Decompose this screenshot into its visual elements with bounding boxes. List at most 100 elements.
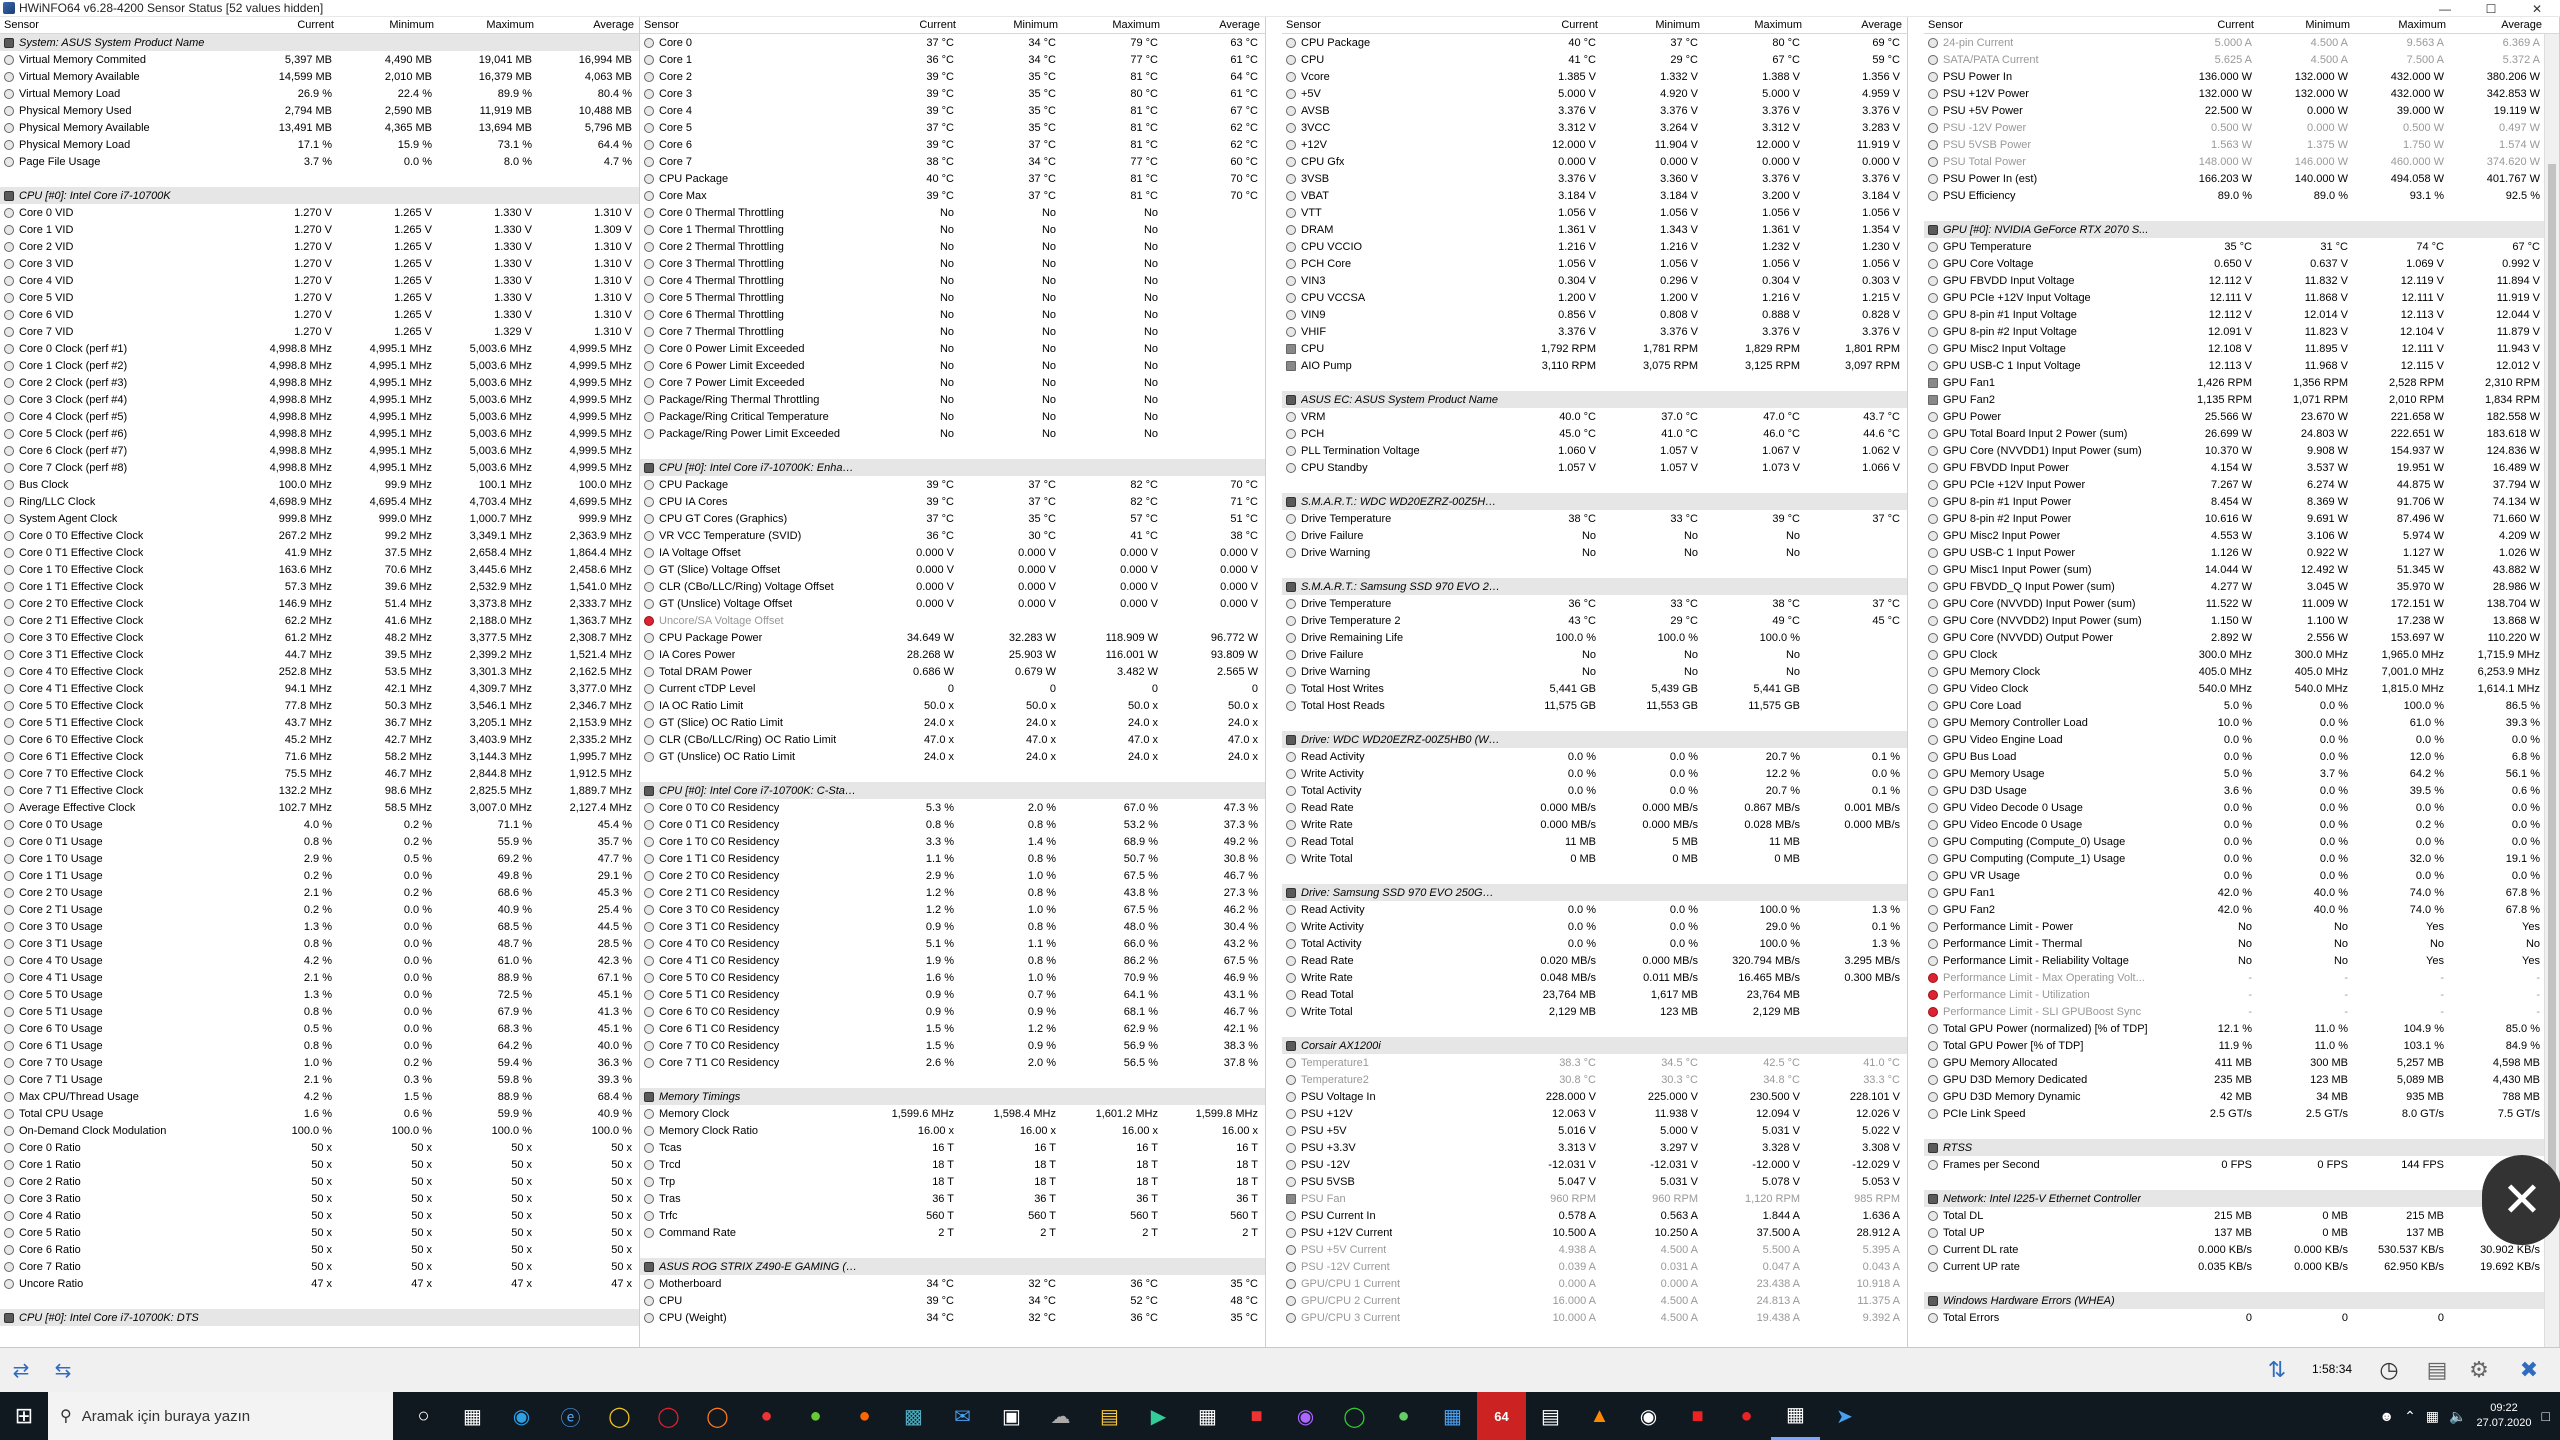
sensor-row[interactable]: CLR (CBo/LLC/Ring) Voltage Offset 0.000 V…: [640, 578, 1265, 595]
sensor-row[interactable]: Trp 18 T 18 T 18 T 18 T: [640, 1173, 1265, 1190]
sensor-row[interactable]: PCH Core 1.056 V 1.056 V 1.056 V 1.056 V: [1282, 255, 1907, 272]
sensor-row[interactable]: Performance Limit - Utilization - - - -: [1924, 986, 2559, 1003]
sensor-group-header[interactable]: CPU [#0]: Intel Core i7-10700K: [0, 187, 639, 204]
calculator-icon[interactable]: ▦: [1183, 1392, 1232, 1440]
sensor-row[interactable]: Core 1 Clock (perf #2) 4,998.8 MHz 4,995.1…: [0, 357, 639, 374]
sensor-row[interactable]: Performance Limit - Thermal No No No No: [1924, 935, 2559, 952]
sensor-row[interactable]: IA Voltage Offset 0.000 V 0.000 V 0.000 V 0.…: [640, 544, 1265, 561]
sensor-row[interactable]: IA OC Ratio Limit 50.0 x 50.0 x 50.0 x 50.0 …: [640, 697, 1265, 714]
sensor-row[interactable]: GPU D3D Usage 3.6 % 0.0 % 39.5 % 0.6 %: [1924, 782, 2559, 799]
sensor-row[interactable]: Core 6 39 °C 37 °C 81 °C 62 °C: [640, 136, 1265, 153]
opera-icon[interactable]: ◯: [644, 1392, 693, 1440]
sensor-row[interactable]: 3VSB 3.376 V 3.360 V 3.376 V 3.376 V: [1282, 170, 1907, 187]
sensor-row[interactable]: CPU GT Cores (Graphics) 37 °C 35 °C 57 °C 51…: [640, 510, 1265, 527]
sensor-row[interactable]: Core 0 Ratio 50 x 50 x 50 x 50 x: [0, 1139, 639, 1156]
sensor-row[interactable]: Performance Limit - Reliability Voltage N…: [1924, 952, 2559, 969]
sensor-row[interactable]: GPU Video Engine Load 0.0 % 0.0 % 0.0 % 0.0 …: [1924, 731, 2559, 748]
sensor-row[interactable]: Total GPU Power (normalized) [% of TDP] 1…: [1924, 1020, 2559, 1037]
sensor-row[interactable]: Temperature2 30.8 °C 30.3 °C 34.8 °C 33.3 °C: [1282, 1071, 1907, 1088]
sensor-row[interactable]: PSU Efficiency 89.0 % 89.0 % 93.1 % 92.5 %: [1924, 187, 2559, 204]
app-icon-blue-arrow[interactable]: ➤: [1820, 1392, 1869, 1440]
sensor-row[interactable]: AIO Pump 3,110 RPM 3,075 RPM 3,125 RPM 3,097…: [1282, 357, 1907, 374]
sensor-row[interactable]: GPU Video Encode 0 Usage 0.0 % 0.0 % 0.2 % 0…: [1924, 816, 2559, 833]
sensor-row[interactable]: Write Rate 0.048 MB/s 0.011 MB/s 16.465 MB/…: [1282, 969, 1907, 986]
sensor-row[interactable]: CPU Standby 1.057 V 1.057 V 1.073 V 1.066 V: [1282, 459, 1907, 476]
sensor-group-header[interactable]: Network: Intel I225-V Ethernet Controlle…: [1924, 1190, 2559, 1207]
sensor-row[interactable]: Write Total 2,129 MB 123 MB 2,129 MB: [1282, 1003, 1907, 1020]
sensor-row[interactable]: PSU Fan 960 RPM 960 RPM 1,120 RPM 985 RPM: [1282, 1190, 1907, 1207]
app-icon-red[interactable]: ■: [1232, 1392, 1281, 1440]
sensor-row[interactable]: Core 4 Thermal Throttling No No No: [640, 272, 1265, 289]
sensor-row[interactable]: Core 3 Thermal Throttling No No No: [640, 255, 1265, 272]
sensor-row[interactable]: Core 2 Ratio 50 x 50 x 50 x 50 x: [0, 1173, 639, 1190]
sensor-row[interactable]: Core 0 T1 C0 Residency 0.8 % 0.8 % 53.2 % 37…: [640, 816, 1265, 833]
sensor-group-header[interactable]: System: ASUS System Product Name: [0, 34, 639, 51]
sensor-row[interactable]: Core 2 T0 Effective Clock 146.9 MHz 51.4 M…: [0, 595, 639, 612]
column-header-average[interactable]: Average: [1806, 19, 1906, 31]
sensor-row[interactable]: Core 7 Power Limit Exceeded No No No: [640, 374, 1265, 391]
sensor-group-header[interactable]: CPU [#0]: Intel Core i7-10700K: DTS: [0, 1309, 639, 1326]
sensor-row[interactable]: GPU FBVDD Input Voltage 12.112 V 11.832 V1…: [1924, 272, 2559, 289]
network-tray-icon[interactable]: ▦: [2426, 1408, 2439, 1425]
column-header-sensor[interactable]: Sensor: [1282, 19, 1500, 31]
sensor-row[interactable]: Core 7 T0 Effective Clock 75.5 MHz 46.7 MH…: [0, 765, 639, 782]
sensor-row[interactable]: GPU 8-pin #1 Input Voltage 12.112 V 12.014…: [1924, 306, 2559, 323]
sensor-row[interactable]: Core 1 T0 Usage 2.9 % 0.5 % 69.2 % 47.7 %: [0, 850, 639, 867]
sensor-row[interactable]: Core 7 T1 C0 Residency 2.6 % 2.0 % 56.5 % 37…: [640, 1054, 1265, 1071]
vertical-scrollbar[interactable]: [2544, 34, 2559, 1347]
sensor-row[interactable]: VIN9 0.856 V 0.808 V 0.888 V 0.828 V: [1282, 306, 1907, 323]
sensor-row[interactable]: PLL Termination Voltage 1.060 V 1.057 V 1.0…: [1282, 442, 1907, 459]
sensor-row[interactable]: CPU 1,792 RPM 1,781 RPM 1,829 RPM 1,801 RPM: [1282, 340, 1907, 357]
sensor-row[interactable]: Current UP rate 0.035 KB/s 0.000 KB/s 62.95…: [1924, 1258, 2559, 1275]
folder-icon[interactable]: ▤: [1085, 1392, 1134, 1440]
sensor-row[interactable]: Core 2 T0 Usage 2.1 % 0.2 % 68.6 % 45.3 %: [0, 884, 639, 901]
sensor-row[interactable]: +12V 12.000 V 11.904 V 12.000 V 11.919 V: [1282, 136, 1907, 153]
sensor-row[interactable]: 3VCC 3.312 V 3.264 V 3.312 V 3.283 V: [1282, 119, 1907, 136]
person-icon[interactable]: ☻: [2379, 1408, 2394, 1424]
sensor-row[interactable]: GPU Memory Controller Load 10.0 % 0.0 % 61.…: [1924, 714, 2559, 731]
sensor-row[interactable]: Total DRAM Power 0.686 W 0.679 W 3.482 W 2.5…: [640, 663, 1265, 680]
sensor-row[interactable]: Core 2 T1 C0 Residency 1.2 % 0.8 % 43.8 % 27…: [640, 884, 1265, 901]
sensor-row[interactable]: Core 0 Power Limit Exceeded No No No: [640, 340, 1265, 357]
sensor-row[interactable]: GPU Fan2 42.0 % 40.0 % 74.0 % 67.8 %: [1924, 901, 2559, 918]
sensor-row[interactable]: GPU Misc2 Input Voltage 12.108 V 11.895 V1…: [1924, 340, 2559, 357]
sensor-group-header[interactable]: ASUS EC: ASUS System Product Name: [1282, 391, 1907, 408]
sensor-row[interactable]: Core 5 T1 Effective Clock 43.7 MHz 36.7 MH…: [0, 714, 639, 731]
sensor-row[interactable]: Trfc 560 T 560 T 560 T 560 T: [640, 1207, 1265, 1224]
sensor-panel-1[interactable]: Sensor Current Minimum Maximum Average System…: [0, 17, 640, 1347]
sensor-row[interactable]: Package/Ring Thermal Throttling No No No: [640, 391, 1265, 408]
sensor-row[interactable]: CPU Package Power 34.649 W 32.283 W 118.909…: [640, 629, 1265, 646]
sensor-row[interactable]: Core 0 Thermal Throttling No No No: [640, 204, 1265, 221]
column-header-maximum[interactable]: Maximum: [1062, 19, 1164, 31]
chevron-up-icon[interactable]: ⌃: [2404, 1408, 2416, 1425]
sensor-row[interactable]: Core 2 Thermal Throttling No No No: [640, 238, 1265, 255]
sensor-row[interactable]: PSU +3.3V 3.313 V 3.297 V 3.328 V 3.308 V: [1282, 1139, 1907, 1156]
clock-icon[interactable]: ◷: [2372, 1355, 2406, 1385]
sensor-row[interactable]: GPU USB-C 1 Input Power 1.126 W 0.922 W 1.1…: [1924, 544, 2559, 561]
column-header-current[interactable]: Current: [238, 19, 338, 31]
sensor-panel-2[interactable]: Sensor Current Minimum Maximum Average Core 0…: [640, 17, 1266, 1347]
sensor-row[interactable]: Core 4 VID 1.270 V 1.265 V 1.330 V 1.310 V: [0, 272, 639, 289]
sensor-row[interactable]: Package/Ring Critical Temperature No No No: [640, 408, 1265, 425]
sensor-row[interactable]: GPU Memory Clock 405.0 MHz 405.0 MHz 7,001.…: [1924, 663, 2559, 680]
sensor-row[interactable]: GPU Core Load 5.0 % 0.0 % 100.0 % 86.5 %: [1924, 697, 2559, 714]
sensor-row[interactable]: Core 7 38 °C 34 °C 77 °C 60 °C: [640, 153, 1265, 170]
sensor-row[interactable]: VIN3 0.304 V 0.296 V 0.304 V 0.303 V: [1282, 272, 1907, 289]
column-header-maximum[interactable]: Maximum: [2354, 19, 2450, 31]
sensor-row[interactable]: Frames per Second0 FPS0 FPS144 FPS111 FP…: [1924, 1156, 2559, 1173]
sensor-row[interactable]: Core 5 T0 Effective Clock 77.8 MHz 50.3 MH…: [0, 697, 639, 714]
scrollbar-thumb[interactable]: [2548, 164, 2556, 1214]
sensor-row[interactable]: GPU Core (NVVDD) Input Power (sum) 11.522…: [1924, 595, 2559, 612]
sensor-group-header[interactable]: GPU [#0]: NVIDIA GeForce RTX 2070 S...: [1924, 221, 2559, 238]
sensor-row[interactable]: GPU Temperature 35 °C 31 °C 74 °C 67 °C: [1924, 238, 2559, 255]
sensor-row[interactable]: CPU Package 39 °C 37 °C 82 °C 70 °C: [640, 476, 1265, 493]
sensor-row[interactable]: Core 3 T1 Usage 0.8 % 0.0 % 48.7 % 28.5 %: [0, 935, 639, 952]
sensor-row[interactable]: GPU VR Usage 0.0 % 0.0 % 0.0 % 0.0 %: [1924, 867, 2559, 884]
sensor-row[interactable]: Core 5 T1 Usage 0.8 % 0.0 % 67.9 % 41.3 %: [0, 1003, 639, 1020]
sensor-row[interactable]: PSU +5V Current 4.938 A 4.500 A 5.500 A 5.39…: [1282, 1241, 1907, 1258]
sensor-row[interactable]: Core 3 T0 Effective Clock 61.2 MHz 48.2 MH…: [0, 629, 639, 646]
ie-icon[interactable]: ⓔ: [546, 1392, 595, 1440]
screen-icon[interactable]: ▩: [889, 1392, 938, 1440]
column-header-minimum[interactable]: Minimum: [1602, 19, 1704, 31]
sensor-row[interactable]: Core 5 Clock (perf #6) 4,998.8 MHz 4,995.1…: [0, 425, 639, 442]
